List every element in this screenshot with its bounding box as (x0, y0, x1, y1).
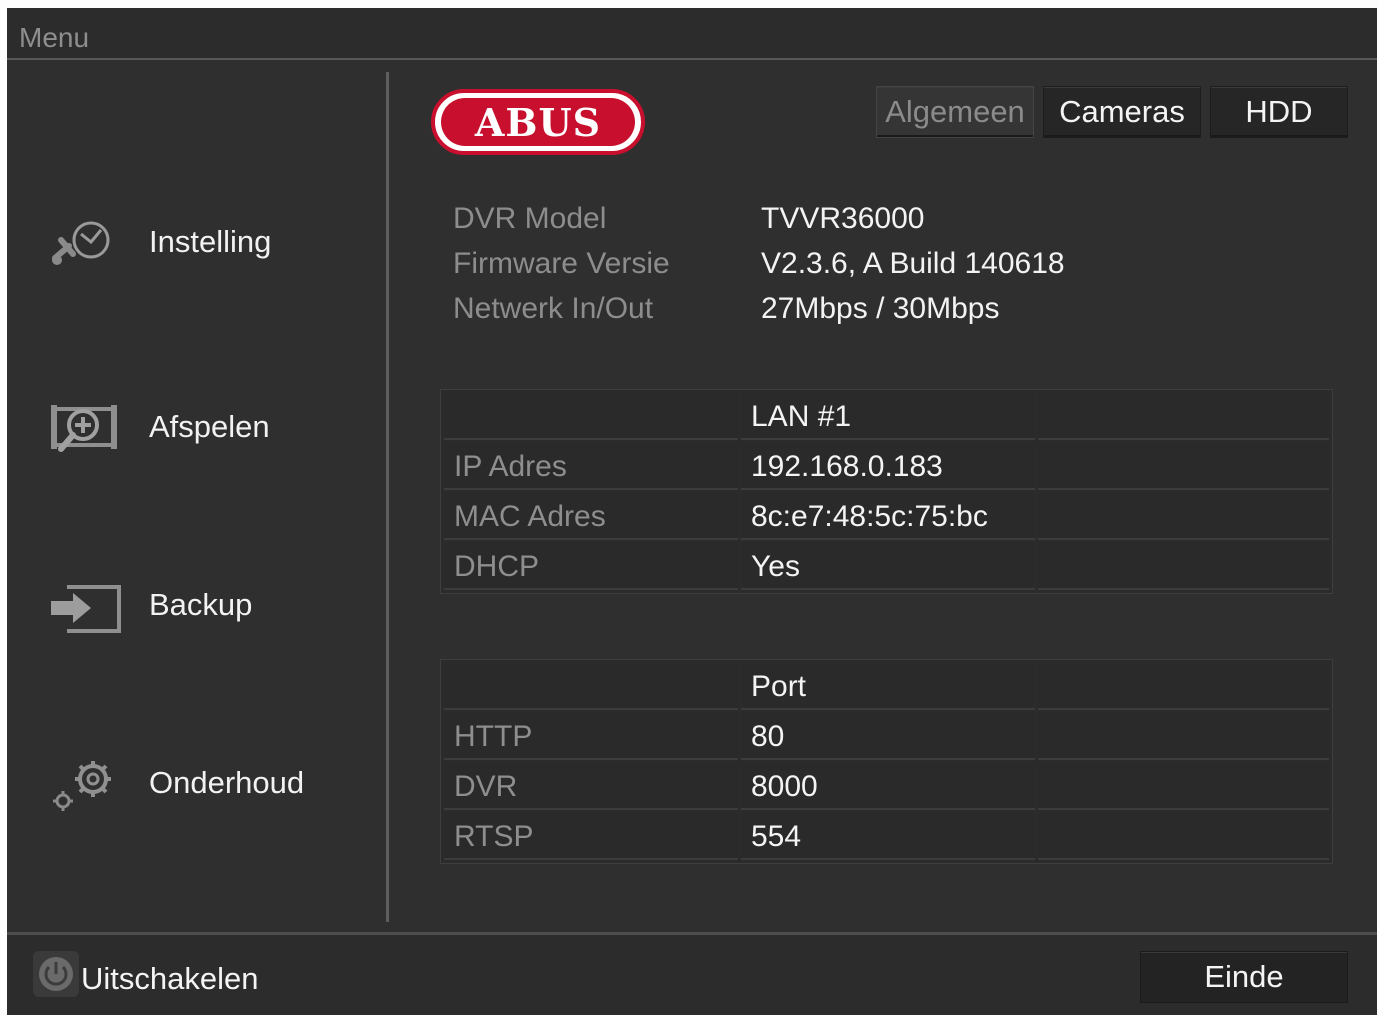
vertical-divider (386, 72, 389, 922)
tab-cameras[interactable]: Cameras (1043, 86, 1201, 138)
row-label-dvr: DVR (444, 763, 738, 810)
table-row: MAC Adres 8c:e7:48:5c:75:bc (444, 493, 1329, 540)
table-cell (444, 663, 738, 710)
exit-button[interactable]: Einde (1140, 951, 1348, 1003)
sidebar-item-label: Afspelen (149, 409, 270, 444)
info-key: Netwerk In/Out (453, 292, 654, 325)
table-cell (1038, 763, 1329, 810)
table-header-lan: LAN #1 (741, 393, 1035, 440)
window-title: Menu (19, 22, 90, 53)
sidebar: Instelling Afspelen Backup Onderhoud (7, 60, 387, 932)
info-value: 27Mbps / 30Mbps (761, 292, 1000, 325)
sidebar-item-label: Onderhoud (149, 765, 305, 800)
table-cell (1038, 543, 1329, 590)
settings-tools-icon (52, 221, 110, 265)
power-icon[interactable] (33, 951, 79, 997)
shutdown-button[interactable]: Uitschakelen (81, 961, 258, 997)
table-row: IP Adres 192.168.0.183 (444, 443, 1329, 490)
sidebar-item-backup[interactable]: Backup (47, 571, 377, 641)
maintenance-gears-icon (53, 761, 111, 811)
tab-hdd[interactable]: HDD (1210, 86, 1348, 138)
tab-algemeen[interactable]: Algemeen (876, 86, 1034, 138)
backup-icon (51, 585, 121, 633)
table-row: DHCP Yes (444, 543, 1329, 590)
info-row-firmware: Firmware Versie V2.3.6, A Build 140618 (453, 247, 1353, 287)
table-cell (1038, 443, 1329, 490)
mac-address-value: 8c:e7:48:5c:75:bc (741, 493, 1035, 540)
row-label-rtsp: RTSP (444, 813, 738, 860)
info-row-dvr-model: DVR Model TVVR36000 (453, 202, 1353, 242)
sidebar-item-instelling[interactable]: Instelling (47, 208, 377, 278)
table-header-row: LAN #1 (444, 393, 1329, 440)
row-label-dhcp: DHCP (444, 543, 738, 590)
dvr-port-value: 8000 (741, 763, 1035, 810)
table-cell (1038, 663, 1329, 710)
table-cell (1038, 493, 1329, 540)
info-key: Firmware Versie (453, 247, 670, 280)
network-table: LAN #1 IP Adres 192.168.0.183 MAC Adres … (440, 389, 1333, 594)
dhcp-value: Yes (741, 543, 1035, 590)
table-cell (1038, 713, 1329, 760)
table-cell (1038, 393, 1329, 440)
table-row: DVR 8000 (444, 763, 1329, 810)
rtsp-port-value: 554 (741, 813, 1035, 860)
row-label-mac: MAC Adres (444, 493, 738, 540)
sidebar-item-onderhoud[interactable]: Onderhoud (47, 749, 377, 819)
table-cell (1038, 813, 1329, 860)
table-row: HTTP 80 (444, 713, 1329, 760)
info-key: DVR Model (453, 202, 607, 235)
title-bar: Menu (7, 8, 1377, 60)
http-port-value: 80 (741, 713, 1035, 760)
sidebar-item-label: Backup (149, 587, 253, 622)
ip-address-value: 192.168.0.183 (741, 443, 1035, 490)
info-row-network: Netwerk In/Out 27Mbps / 30Mbps (453, 292, 1353, 332)
menu-window: Menu Instelling Afspelen Backup Onderhou… (7, 8, 1377, 1015)
sidebar-item-afspelen[interactable]: Afspelen (47, 393, 377, 463)
table-header-row: Port (444, 663, 1329, 710)
table-row: RTSP 554 (444, 813, 1329, 860)
port-table: Port HTTP 80 DVR 8000 RTSP 554 (440, 659, 1333, 864)
table-header-port: Port (741, 663, 1035, 710)
playback-icon (51, 405, 117, 452)
svg-text:ABUS: ABUS (474, 100, 601, 145)
info-value: V2.3.6, A Build 140618 (761, 247, 1065, 280)
row-label-http: HTTP (444, 713, 738, 760)
abus-logo: ABUS (431, 89, 645, 155)
info-value: TVVR36000 (761, 202, 925, 235)
table-cell (444, 393, 738, 440)
sidebar-item-label: Instelling (149, 224, 272, 259)
row-label-ip: IP Adres (444, 443, 738, 490)
footer-bar: Uitschakelen Einde (7, 932, 1377, 1015)
